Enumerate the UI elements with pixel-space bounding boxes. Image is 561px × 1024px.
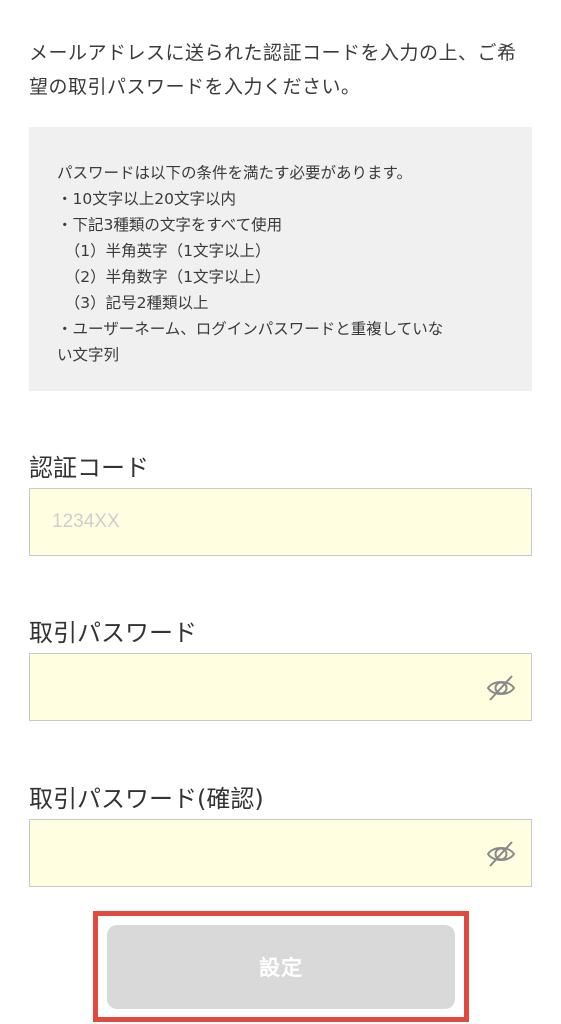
intro-line-2: 望の取引パスワードを入力ください。 (29, 76, 361, 98)
auth-code-label: 認証コード (29, 454, 149, 482)
password-conditions-box: パスワードは以下の条件を満たす必要があります。 ・10文字以上20文字以内 ・下… (29, 127, 532, 391)
intro-line-1: メールアドレスに送られた認証コードを入力の上、ご希 (29, 42, 517, 64)
conditions-line: ・10文字以上20文字以内 (57, 190, 236, 208)
conditions-line: （3）記号2種類以上 (57, 294, 209, 312)
password-confirm-label: 取引パスワード(確認) (29, 785, 264, 813)
eye-slash-icon[interactable] (485, 672, 517, 704)
password-input[interactable] (30, 654, 470, 720)
conditions-line: ・下記3種類の文字をすべて使用 (57, 216, 283, 234)
password-confirm-field-box (29, 819, 532, 887)
conditions-line: パスワードは以下の条件を満たす必要があります。 (57, 164, 412, 182)
conditions-line: （1）半角英字（1文字以上） (57, 242, 271, 260)
conditions-line: （2）半角数字（1文字以上） (57, 268, 271, 286)
submit-highlight-frame: 設定 (93, 911, 469, 1022)
password-label: 取引パスワード (29, 619, 197, 647)
conditions-line: い文字列 (57, 346, 120, 364)
auth-code-input[interactable] (30, 489, 470, 555)
eye-slash-icon[interactable] (485, 838, 517, 870)
password-field-box (29, 653, 532, 721)
conditions-line: ・ユーザーネーム、ログインパスワードと重複していな (57, 320, 444, 338)
submit-button[interactable]: 設定 (107, 925, 455, 1009)
auth-code-field-box (29, 488, 532, 556)
intro-text: メールアドレスに送られた認証コードを入力の上、ご希 望の取引パスワードを入力くだ… (29, 36, 535, 104)
password-confirm-input[interactable] (30, 820, 470, 886)
